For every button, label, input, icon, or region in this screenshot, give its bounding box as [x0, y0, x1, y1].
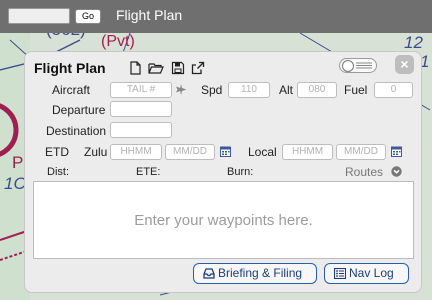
chevron-down-circle-icon[interactable] — [391, 166, 402, 177]
etd-label: ETD — [45, 145, 69, 159]
ete-label: ETE: — [136, 166, 161, 178]
top-toolbar: Go Flight Plan — [0, 0, 432, 33]
destination-input[interactable] — [110, 122, 172, 138]
topbar-title: Flight Plan — [116, 7, 183, 23]
panel-title: Flight Plan — [34, 60, 106, 76]
local-date-input[interactable]: MM/DD — [336, 144, 386, 160]
tail-number-input[interactable]: TAIL # — [110, 82, 172, 98]
distance-label: Dist: — [47, 166, 69, 178]
burn-label: Burn: — [227, 166, 254, 178]
airplane-icon — [176, 84, 187, 95]
fuel-input[interactable]: 0 — [374, 82, 413, 98]
toggle-knob — [342, 60, 354, 72]
departure-label: Departure — [52, 103, 106, 117]
departure-input[interactable] — [110, 101, 172, 117]
nav-log-label: Nav Log — [349, 266, 394, 280]
routes-label: Routes — [345, 165, 384, 179]
zulu-time-input[interactable]: HHMM — [110, 144, 162, 160]
inbox-tray-icon — [203, 268, 215, 279]
zulu-date-input[interactable]: MM/DD — [165, 144, 215, 160]
briefing-filing-button[interactable]: Briefing & Filing — [193, 263, 317, 284]
altitude-label: Alt — [279, 83, 294, 97]
speed-label: Spd — [201, 83, 223, 97]
destination-label: Destination — [46, 124, 107, 138]
zulu-label: Zulu — [84, 145, 108, 159]
local-time-input[interactable]: HHMM — [282, 144, 333, 160]
local-calendar-icon[interactable] — [391, 145, 402, 157]
go-button[interactable]: Go — [75, 9, 101, 24]
airport-search-input[interactable] — [8, 8, 70, 24]
panel-mode-toggle[interactable] — [339, 58, 377, 73]
new-document-icon[interactable] — [128, 61, 142, 75]
close-button[interactable]: × — [395, 55, 414, 74]
waypoints-placeholder: Enter your waypoints here. — [134, 212, 313, 229]
routes-dropdown[interactable]: Routes — [345, 165, 383, 179]
altitude-input[interactable]: 080 — [297, 82, 337, 98]
aircraft-label: Aircraft — [52, 83, 91, 97]
speed-input[interactable]: 110 — [228, 82, 270, 98]
list-icon — [334, 268, 346, 279]
fuel-label: Fuel — [344, 83, 368, 97]
map-label-1c: 1C — [4, 174, 26, 193]
flight-plan-panel: Flight Plan × Aircraft TAIL # Spd 110 Al… — [24, 51, 422, 293]
briefing-filing-label: Briefing & Filing — [218, 266, 303, 280]
nav-log-button[interactable]: Nav Log — [324, 263, 409, 284]
local-label: Local — [248, 145, 277, 159]
zulu-calendar-icon[interactable] — [220, 145, 231, 157]
map-label-right-12: 12 — [404, 33, 423, 52]
close-icon: × — [400, 56, 409, 72]
map-label-pvt: (Pvt) — [101, 33, 135, 50]
menu-lines-icon — [356, 62, 372, 69]
save-icon[interactable] — [171, 61, 185, 75]
share-icon[interactable] — [191, 61, 205, 75]
waypoints-textarea[interactable]: Enter your waypoints here. — [33, 181, 414, 259]
open-folder-icon[interactable] — [148, 61, 164, 75]
map-label-p: P — [12, 153, 24, 172]
